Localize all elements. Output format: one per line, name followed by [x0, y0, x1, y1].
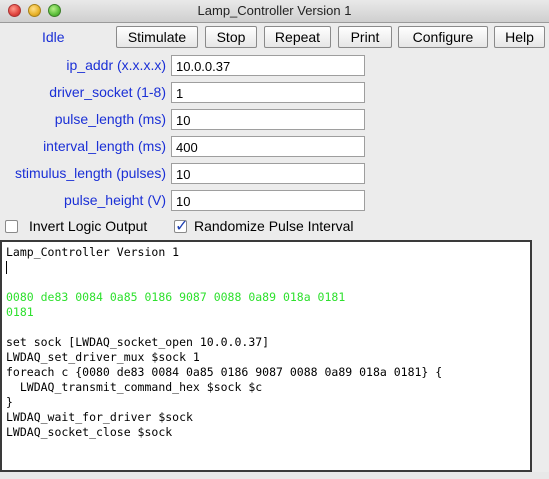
pulse-height-label: pulse_height (V) — [64, 192, 166, 208]
driver-socket-label: driver_socket (1-8) — [49, 84, 166, 100]
window-bottom-edge — [0, 472, 549, 479]
console-script-line: } — [6, 395, 13, 409]
console-caret-line — [6, 260, 526, 275]
console-script-line: set sock [LWDAQ_socket_open 10.0.0.37] — [6, 335, 270, 349]
pulse-height-field[interactable]: 10 — [171, 190, 365, 211]
console-script-line: LWDAQ_set_driver_mux $sock 1 — [6, 350, 200, 364]
state-label: Idle — [42, 29, 65, 45]
pulse-length-field[interactable]: 10 — [171, 109, 365, 130]
ip-addr-field[interactable]: 10.0.0.37 — [171, 55, 365, 76]
driver-socket-field[interactable]: 1 — [171, 82, 365, 103]
checkmark-icon: ✓ — [175, 218, 189, 235]
repeat-button[interactable]: Repeat — [264, 26, 331, 48]
ip-addr-label: ip_addr (x.x.x.x) — [66, 57, 166, 73]
help-button[interactable]: Help — [494, 26, 545, 48]
invert-logic-checkbox[interactable] — [5, 220, 18, 233]
text-cursor — [6, 261, 7, 274]
stimulate-button[interactable]: Stimulate — [116, 26, 198, 48]
pulse-length-label: pulse_length (ms) — [54, 111, 166, 127]
stimulus-length-label: stimulus_length (pulses) — [15, 165, 166, 181]
interval-length-label: interval_length (ms) — [43, 138, 166, 154]
lamp-controller-window: Lamp_Controller Version 1 Idle Stimulate… — [0, 0, 549, 479]
console-script-line: LWDAQ_wait_for_driver $sock — [6, 410, 193, 424]
console-header-line: Lamp_Controller Version 1 — [6, 245, 180, 259]
stimulus-length-field[interactable]: 10 — [171, 163, 365, 184]
console-script-line: LWDAQ_transmit_command_hex $sock $c — [6, 380, 263, 394]
console-script-line: foreach c {0080 de83 0084 0a85 0186 9087… — [6, 365, 443, 379]
console-script-line: LWDAQ_socket_close $sock — [6, 425, 173, 439]
console-hex-line: 0181 — [6, 305, 34, 319]
console-hex-line: 0080 de83 0084 0a85 0186 9087 0088 0a89 … — [6, 290, 346, 304]
stop-button[interactable]: Stop — [205, 26, 257, 48]
title-bar[interactable]: Lamp_Controller Version 1 — [0, 0, 549, 23]
window-title: Lamp_Controller Version 1 — [197, 3, 352, 18]
interval-length-field[interactable]: 400 — [171, 136, 365, 157]
configure-button[interactable]: Configure — [398, 26, 488, 48]
randomize-interval-checkbox[interactable]: ✓ — [174, 218, 188, 235]
invert-logic-label: Invert Logic Output — [29, 218, 148, 234]
randomize-interval-label: Randomize Pulse Interval — [194, 218, 354, 234]
console-output[interactable]: Lamp_Controller Version 1 0080 de83 0084… — [0, 240, 532, 472]
print-button[interactable]: Print — [338, 26, 392, 48]
